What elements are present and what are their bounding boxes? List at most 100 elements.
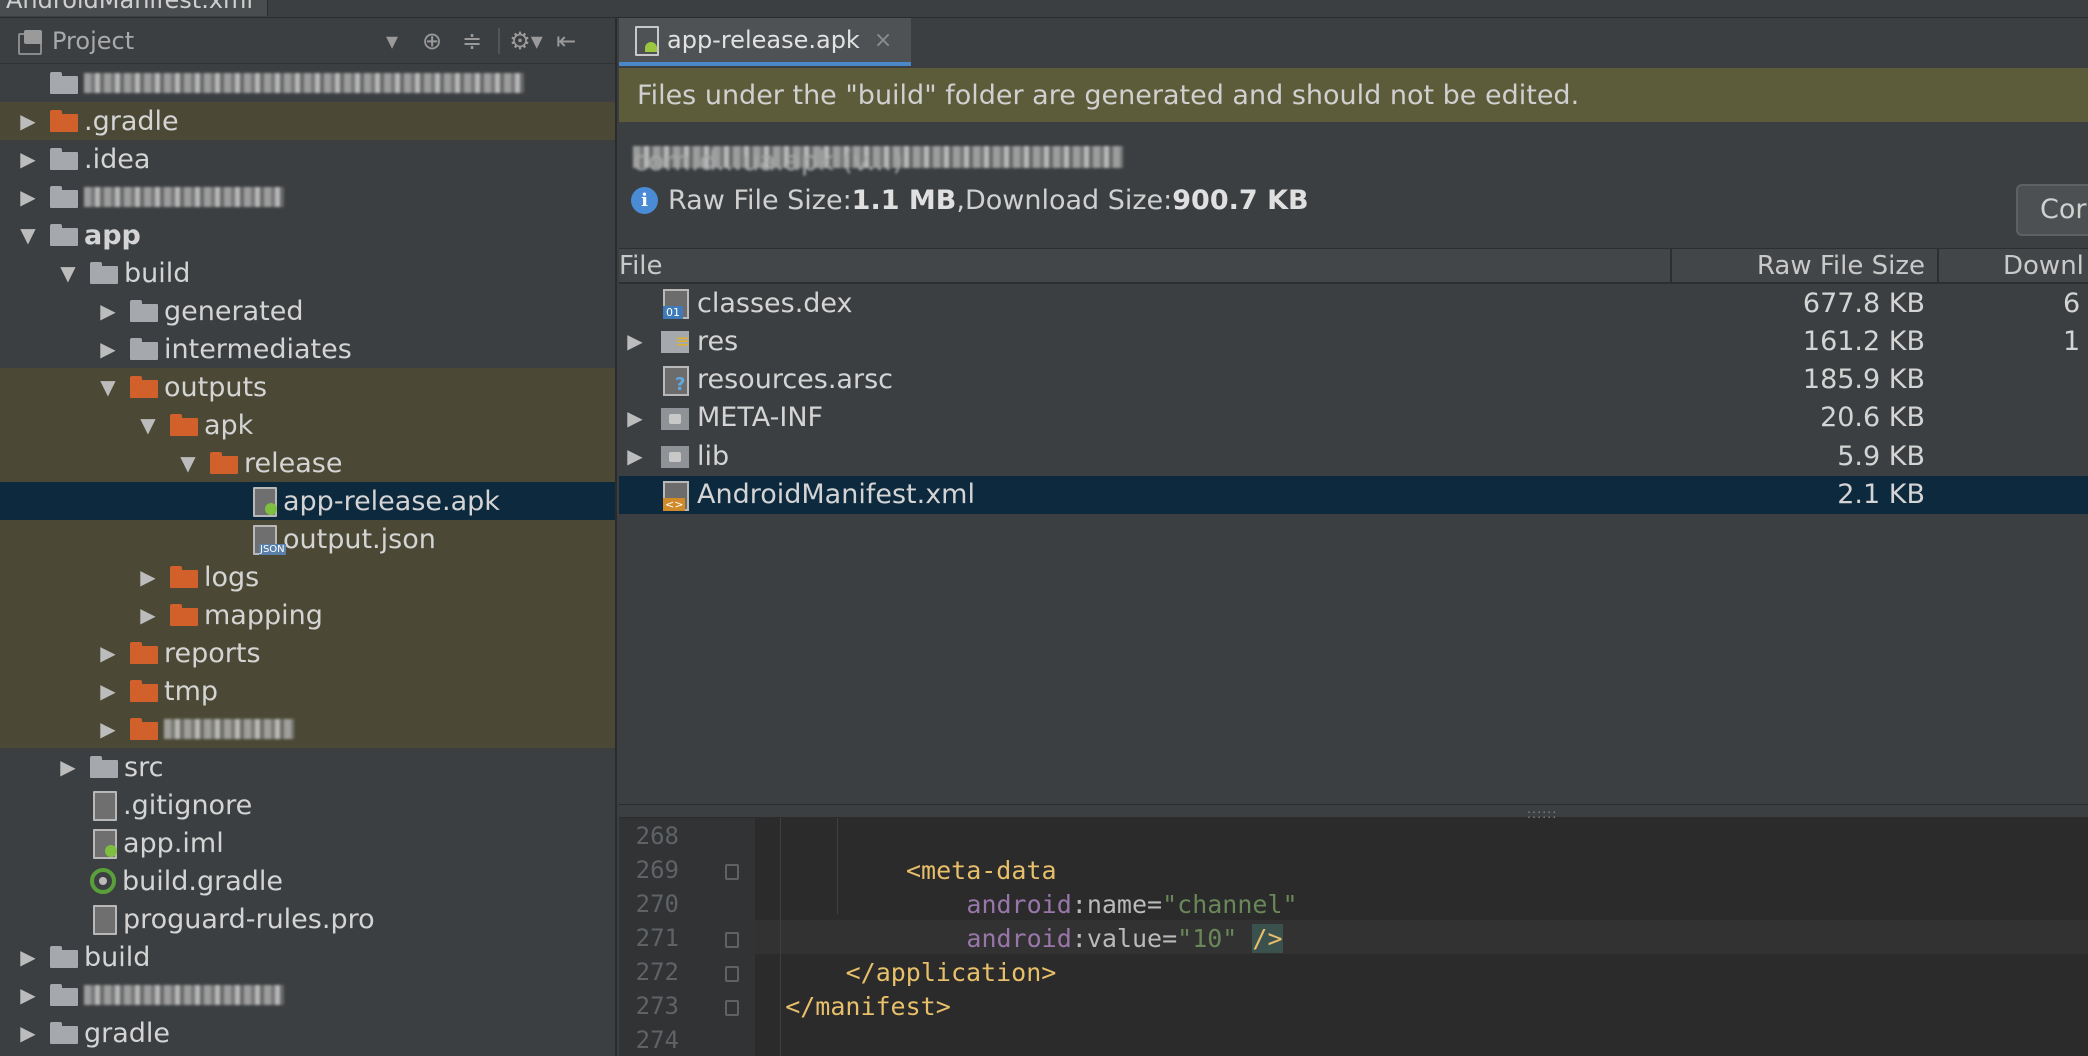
tree-item[interactable]: ▶ [0,178,615,216]
collapse-arrow-icon[interactable]: ▶ [58,755,78,779]
column-resize-handle[interactable] [1937,249,1939,283]
collapse-arrow-icon[interactable]: ▶ [98,337,118,361]
text-file-icon [93,905,117,935]
code-editor[interactable]: 268 269 270 271 272 273 274 <meta-data android:… [619,818,2088,1056]
compare-with-previous-button[interactable]: Cor [2016,184,2088,236]
tree-item[interactable]: ▼ release [0,444,615,482]
tree-item[interactable]: ▶ build [0,938,615,976]
collapse-arrow-icon[interactable]: ▶ [138,603,158,627]
file-name-cell: lib [697,440,730,472]
expand-arrow-icon[interactable]: ▶ [623,406,647,430]
folder-icon [50,946,78,968]
apk-file-icon [635,26,659,56]
tree-item[interactable]: ▶ src [0,748,615,786]
tree-item[interactable]: ▶.gitignore [0,786,615,824]
collapse-arrow-icon[interactable]: ▶ [138,565,158,589]
tree-item[interactable]: ▶build.gradle [0,862,615,900]
project-view-selector[interactable]: Project [52,27,372,55]
scroll-from-source-icon[interactable]: ⊕ [412,27,452,55]
close-icon[interactable]: × [874,28,892,53]
column-header-download-size[interactable]: Downl [2003,251,2084,281]
collapse-arrow-icon[interactable]: ▶ [18,185,38,209]
collapse-arrow-icon[interactable]: ▶ [18,109,38,133]
tree-item[interactable]: ▶app.iml [0,824,615,862]
tree-item[interactable]: ▶ [0,976,615,1014]
tree-item[interactable]: ▼ outputs [0,368,615,406]
collapse-arrow-icon[interactable]: ▶ [98,299,118,323]
expand-arrow-icon[interactable]: ▶ [623,444,647,468]
table-row[interactable]: ▶resources.arsc185.9 KB [619,361,2088,399]
tree-item[interactable]: ▶ generated [0,292,615,330]
collapse-all-icon[interactable]: ≑ [452,27,492,55]
tree-item[interactable]: ▶proguard-rules.pro [0,900,615,938]
editor-splitter[interactable]: :::::: [619,804,2088,821]
tree-item[interactable]: ▶ tmp [0,672,615,710]
table-row[interactable]: ▶ META-INF 20.6 KB [619,399,2088,437]
column-header-raw-size[interactable]: Raw File Size [1757,251,1925,281]
folder-icon [130,338,158,360]
gear-icon[interactable]: ⚙▾ [506,27,546,55]
tree-item-label: app [84,219,141,251]
table-row[interactable]: ▶classes.dex677.8 KB6 [619,284,2088,322]
code-line[interactable]: </application> [755,958,1057,987]
tree-item-label: .gitignore [123,789,253,821]
collapse-arrow-icon[interactable]: ▶ [18,1021,38,1045]
tree-item[interactable]: ▶ .idea [0,140,615,178]
line-number: 273 [635,992,679,1020]
tree-item[interactable]: ▼ build [0,254,615,292]
collapse-arrow-icon[interactable]: ▶ [98,717,118,741]
expand-arrow-icon[interactable]: ▼ [18,223,38,247]
table-row[interactable]: ▶AndroidManifest.xml2.1 KB [619,475,2088,514]
line-number: 271 [635,924,679,952]
column-header-file[interactable]: File [619,251,663,281]
collapse-arrow-icon[interactable]: ▶ [98,641,118,665]
xml-tag: </application> [845,958,1057,987]
view-dropdown-icon[interactable]: ▾ [372,27,412,55]
tree-item[interactable]: ▶ mapping [0,596,615,634]
fold-marker-icon[interactable] [725,1000,739,1016]
tree-item[interactable]: ▶ [0,710,615,748]
xml-equals: = [1162,924,1178,953]
file-name-cell: AndroidManifest.xml [697,479,975,510]
collapse-arrow-icon[interactable]: ▶ [98,679,118,703]
collapse-arrow-icon[interactable]: ▶ [18,945,38,969]
tree-item[interactable]: ▶app-release.apk [0,482,615,520]
expand-arrow-icon[interactable]: ▼ [138,413,158,437]
project-panel-header: Project ▾ ⊕ ≑ ⚙▾ ⇤ [0,18,615,64]
tree-item[interactable]: ▼ apk [0,406,615,444]
top-file-tab[interactable]: AndroidManifest.xml [0,0,269,16]
collapse-arrow-icon[interactable]: ▶ [18,147,38,171]
apk-name-blurred: com.d...ua.apk (v...) [633,146,1123,177]
project-root-icon [50,72,78,94]
fold-marker-icon[interactable] [725,932,739,948]
expand-arrow-icon[interactable]: ▼ [58,261,78,285]
tree-item[interactable]: ▶ [0,64,615,102]
fold-marker-icon[interactable] [725,966,739,982]
tree-item[interactable]: ▶ gradle [0,1014,615,1052]
code-line[interactable]: <meta-data [755,856,1057,885]
tree-item[interactable]: ▼ app [0,216,615,254]
tab-app-release-apk[interactable]: app-release.apk × [619,18,911,66]
expand-arrow-icon[interactable]: ▼ [178,451,198,475]
tree-item-label: intermediates [164,333,352,365]
tree-item[interactable]: ▶ reports [0,634,615,672]
expand-arrow-icon[interactable]: ▼ [98,375,118,399]
tree-item[interactable]: ▶JSONoutput.json [0,520,615,558]
tree-item-label: src [124,751,164,783]
table-row[interactable]: ▶ lib 5.9 KB [619,437,2088,475]
hide-panel-icon[interactable]: ⇤ [546,27,586,55]
code-line[interactable]: </manifest> [755,992,951,1021]
tree-item-label: reports [164,637,261,669]
fold-marker-icon[interactable] [725,864,739,880]
collapse-arrow-icon[interactable]: ▶ [18,983,38,1007]
tree-item[interactable]: ▶ .gradle [0,102,615,140]
code-line[interactable]: android:value="10" /> [755,924,1283,953]
folder-icon [661,404,691,432]
tree-item[interactable]: ▶ logs [0,558,615,596]
text-file-icon [93,791,117,821]
table-row[interactable]: ▶ res 161.2 KB 1 [619,322,2088,360]
expand-arrow-icon[interactable]: ▶ [623,329,647,353]
tree-item[interactable]: ▶ intermediates [0,330,615,368]
code-line[interactable]: android:name="channel" [755,890,1297,919]
column-resize-handle[interactable] [1670,249,1672,283]
